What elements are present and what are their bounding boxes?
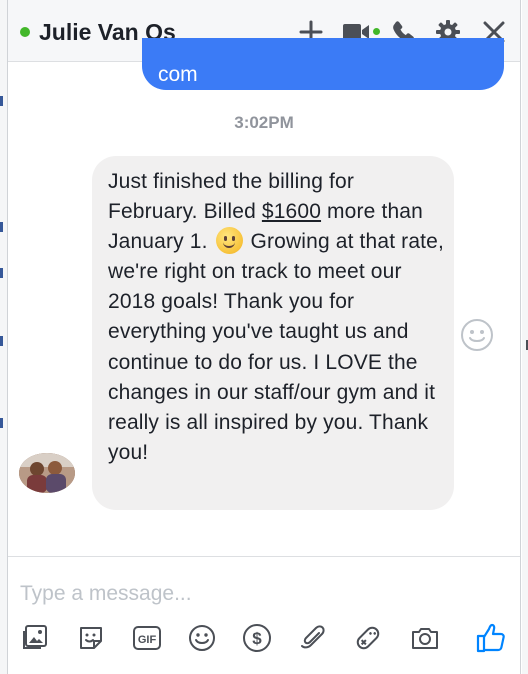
smiling-face-emoji-icon xyxy=(215,227,243,255)
photo-icon[interactable] xyxy=(18,621,52,655)
reaction-smiley-icon[interactable] xyxy=(460,318,494,357)
background-link-fragment xyxy=(0,96,3,106)
message-list[interactable]: com 3:02PM Just finished the billing for… xyxy=(8,38,520,556)
online-status-indicator xyxy=(20,27,30,37)
svg-text:GIF: GIF xyxy=(138,634,157,646)
svg-text:$: $ xyxy=(252,629,262,648)
incoming-message-bubble[interactable]: Just finished the billing for February. … xyxy=(92,156,454,510)
message-timestamp: 3:02PM xyxy=(234,113,294,132)
like-icon[interactable] xyxy=(474,621,508,655)
emoji-icon[interactable] xyxy=(185,621,219,655)
camera-icon[interactable] xyxy=(408,621,442,655)
gif-icon[interactable]: GIF xyxy=(130,621,164,655)
attachment-icon[interactable] xyxy=(296,621,330,655)
message-input[interactable] xyxy=(18,577,462,611)
outgoing-message-text: com xyxy=(158,63,198,86)
sticker-icon[interactable] xyxy=(74,621,108,655)
background-page-right xyxy=(522,0,528,674)
background-link-fragment xyxy=(0,222,3,232)
background-link-fragment xyxy=(0,336,3,346)
chat-window: Julie Van Os com 3:02PM Just finished th… xyxy=(7,0,521,674)
message-composer: GIF $ xyxy=(8,556,520,674)
contact-avatar[interactable] xyxy=(19,453,75,493)
background-link-fragment xyxy=(0,268,3,278)
billed-amount-link[interactable]: $1600 xyxy=(262,200,321,223)
outgoing-message-bubble[interactable]: com xyxy=(142,38,504,90)
incoming-message-text: Growing at that rate, we're right on tra… xyxy=(108,230,444,464)
background-link-fragment xyxy=(0,418,3,428)
video-available-indicator xyxy=(373,28,380,35)
game-icon[interactable] xyxy=(351,621,385,655)
payment-icon[interactable]: $ xyxy=(240,621,274,655)
